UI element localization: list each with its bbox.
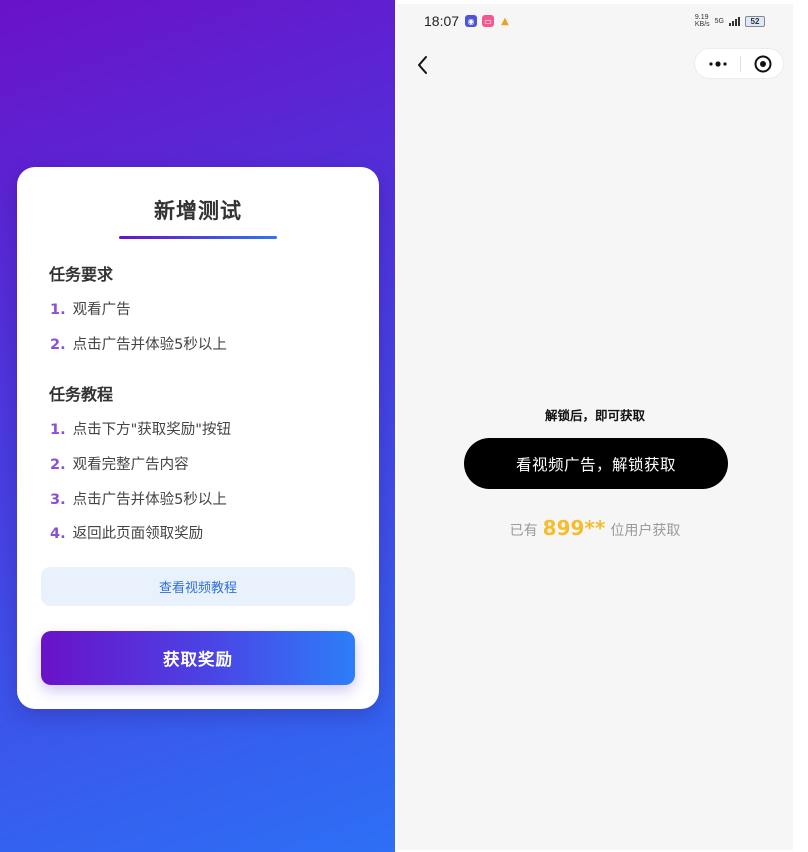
step-text: 点击广告并体验5秒以上 bbox=[72, 337, 227, 353]
capsule-divider bbox=[740, 56, 741, 72]
right-phone-panel: 18:07 ◉ ▭ ▲ 9.19 KB/s 5G 52 解锁后，即可获取 看视频… bbox=[395, 0, 808, 852]
step-text: 观看完整广告内容 bbox=[72, 457, 189, 473]
back-arrow-icon[interactable] bbox=[413, 54, 435, 76]
step-text: 点击下方"获取奖励"按钮 bbox=[72, 422, 231, 438]
net-speed-unit: KB/s bbox=[694, 21, 710, 28]
tutorial-heading: 任务教程 bbox=[49, 385, 114, 404]
app-notification-icon: ▭ bbox=[482, 15, 494, 27]
more-dots-icon[interactable] bbox=[708, 58, 728, 70]
user-count-suffix: 位用户获取 bbox=[610, 523, 681, 539]
notification-icons: ◉ ▭ ▲ bbox=[465, 15, 511, 27]
watch-ad-unlock-button[interactable]: 看视频广告，解锁获取 bbox=[464, 438, 728, 489]
phone-screen: 18:07 ◉ ▭ ▲ 9.19 KB/s 5G 52 解锁后，即可获取 看视频… bbox=[397, 4, 793, 850]
title-underline bbox=[119, 236, 277, 239]
target-icon[interactable] bbox=[754, 55, 772, 73]
step-number: 1. bbox=[50, 422, 66, 438]
mini-program-capsule bbox=[694, 48, 784, 79]
app-notification-icon: ▲ bbox=[501, 15, 509, 27]
step-text: 观看广告 bbox=[72, 302, 131, 318]
network-type: 5G bbox=[714, 17, 724, 25]
get-reward-button[interactable]: 获取奖励 bbox=[41, 631, 355, 685]
tutorial-step-1: 1. 点击下方"获取奖励"按钮 bbox=[50, 418, 231, 439]
requirement-step-1: 1. 观看广告 bbox=[50, 298, 131, 319]
unlock-hint: 解锁后，即可获取 bbox=[544, 408, 645, 423]
step-number: 2. bbox=[50, 457, 66, 473]
step-number: 4. bbox=[50, 526, 66, 542]
status-right: 9.19 KB/s 5G 52 bbox=[695, 14, 765, 28]
battery-icon: 52 bbox=[745, 15, 765, 27]
requirement-step-2: 2. 点击广告并体验5秒以上 bbox=[50, 333, 227, 354]
left-gradient-panel: 新增测试 任务要求 1. 观看广告 2. 点击广告并体验5秒以上 任务教程 1. 点击… bbox=[0, 0, 395, 852]
user-count-number: 899** bbox=[542, 516, 606, 540]
net-speed: 9.19 KB/s bbox=[695, 14, 710, 28]
step-number: 3. bbox=[50, 492, 66, 508]
view-video-tutorial-button[interactable]: 查看视频教程 bbox=[41, 567, 355, 606]
net-speed-value: 9.19 bbox=[694, 14, 709, 21]
step-text: 返回此页面领取奖励 bbox=[72, 526, 204, 542]
step-number: 1. bbox=[50, 302, 66, 318]
card-title: 新增测试 bbox=[154, 199, 242, 223]
battery-level: 52 bbox=[750, 16, 760, 26]
task-card: 新增测试 任务要求 1. 观看广告 2. 点击广告并体验5秒以上 任务教程 1. 点击… bbox=[17, 167, 379, 709]
tutorial-step-3: 3. 点击广告并体验5秒以上 bbox=[50, 488, 227, 509]
signal-icon bbox=[729, 16, 740, 26]
user-count-text: 已有 899** 位用户获取 bbox=[397, 516, 793, 540]
step-number: 2. bbox=[50, 337, 66, 353]
requirements-heading: 任务要求 bbox=[49, 265, 114, 284]
app-notification-icon: ◉ bbox=[465, 15, 477, 27]
tutorial-step-2: 2. 观看完整广告内容 bbox=[50, 453, 189, 474]
status-time: 18:07 bbox=[424, 13, 460, 29]
user-count-prefix: 已有 bbox=[509, 523, 538, 539]
step-text: 点击广告并体验5秒以上 bbox=[72, 492, 227, 508]
tutorial-step-4: 4. 返回此页面领取奖励 bbox=[50, 522, 203, 543]
